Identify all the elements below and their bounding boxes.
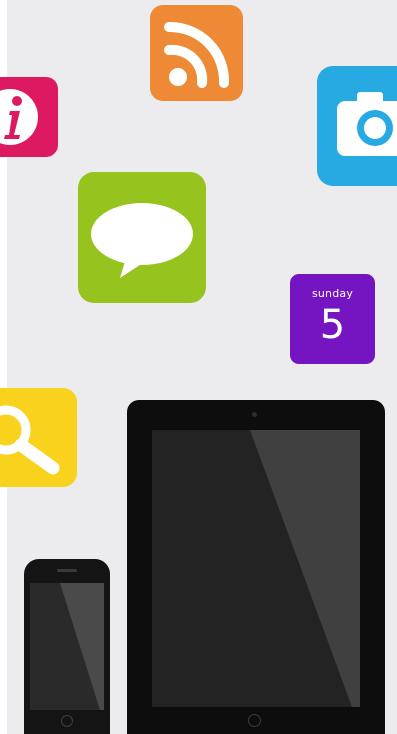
phone-screen xyxy=(30,583,104,710)
search-icon xyxy=(0,405,60,475)
calendar-day-label: sunday xyxy=(311,287,354,300)
phone-device xyxy=(24,559,110,734)
tablet-screen xyxy=(152,430,360,707)
info-icon xyxy=(0,89,38,145)
rss-icon xyxy=(164,21,230,88)
phone-home-button xyxy=(61,715,73,727)
screen-glare xyxy=(60,583,104,710)
screen-glare xyxy=(250,430,360,707)
info-app-tile[interactable] xyxy=(0,77,58,157)
camera-app-tile[interactable] xyxy=(317,66,397,186)
calendar-app-tile[interactable]: sunday 5 xyxy=(290,274,375,364)
messages-app-tile[interactable] xyxy=(78,172,206,303)
tablet-device xyxy=(127,400,385,734)
phone-speaker xyxy=(57,569,77,572)
camera-icon xyxy=(337,92,397,156)
tablet-home-button xyxy=(248,714,261,727)
rss-app-tile[interactable] xyxy=(150,5,243,101)
illustration-canvas: sunday 5 xyxy=(0,0,397,734)
chat-bubble-icon xyxy=(91,203,193,278)
tablet-camera xyxy=(252,412,257,417)
calendar-date-number: 5 xyxy=(319,302,346,348)
search-app-tile[interactable] xyxy=(0,388,77,487)
